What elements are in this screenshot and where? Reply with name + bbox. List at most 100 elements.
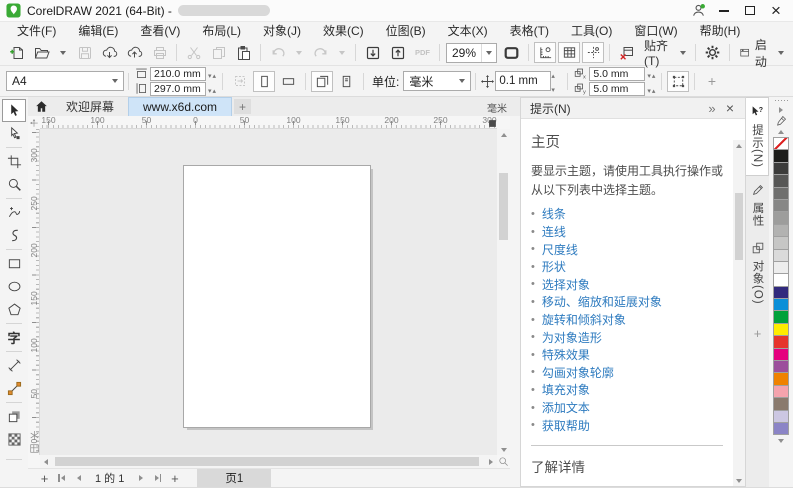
color-swatch[interactable]	[773, 397, 789, 411]
page-height-input[interactable]: 297.0 mm	[150, 81, 206, 96]
text-tool-button[interactable]: 字	[2, 326, 26, 349]
scroll-up-button[interactable]	[733, 140, 745, 151]
export-button[interactable]	[385, 42, 410, 64]
redo-dropdown-caret[interactable]	[333, 42, 351, 64]
autofit-page-button[interactable]	[227, 70, 252, 92]
hints-scroll-thumb[interactable]	[735, 193, 743, 260]
add-page-button[interactable]	[36, 470, 53, 487]
color-swatch[interactable]	[773, 198, 789, 213]
scroll-right-button[interactable]	[485, 456, 497, 467]
vertical-scroll-thumb[interactable]	[499, 173, 508, 240]
palette-scroll-down-button[interactable]	[773, 435, 789, 446]
full-screen-preview-button[interactable]	[499, 42, 524, 64]
last-page-button[interactable]	[149, 470, 166, 487]
undo-button[interactable]	[265, 42, 290, 64]
color-swatch[interactable]	[773, 285, 789, 300]
hint-topic-link[interactable]: 勾画对象轮廓	[542, 364, 614, 381]
hint-topic-link[interactable]: 线条	[542, 205, 566, 222]
launch-dropdown[interactable]: 启动	[734, 38, 789, 69]
open-dropdown-caret[interactable]	[54, 42, 72, 64]
color-swatch[interactable]	[773, 186, 789, 200]
color-swatch[interactable]	[773, 322, 789, 337]
hint-topic-link[interactable]: 添加文本	[542, 399, 590, 416]
color-swatch[interactable]	[773, 236, 789, 250]
snap-to-dropdown[interactable]: 贴齐(T)	[639, 39, 691, 68]
vertical-ruler[interactable]: 300 250 200 150 100 50 0	[28, 129, 40, 455]
close-button[interactable]	[763, 1, 789, 21]
canvas-viewport[interactable]	[40, 129, 497, 455]
import-button[interactable]	[360, 42, 385, 64]
minimize-button[interactable]	[711, 1, 737, 21]
freehand-tool-button[interactable]	[2, 201, 26, 224]
landscape-orientation-button[interactable]	[276, 70, 301, 92]
dimension-tool-button[interactable]	[2, 354, 26, 377]
units-combobox[interactable]: 毫米	[403, 71, 472, 91]
color-swatch[interactable]	[773, 310, 789, 324]
menu-item[interactable]: 查看(V)	[129, 22, 191, 40]
menu-item[interactable]: 文件(F)	[6, 22, 67, 40]
color-swatch[interactable]	[773, 149, 789, 163]
color-swatch[interactable]	[773, 174, 789, 188]
scroll-down-button[interactable]	[497, 444, 510, 455]
copy-button[interactable]	[206, 42, 231, 64]
crop-tool-button[interactable]	[2, 150, 26, 173]
save-button[interactable]	[72, 42, 97, 64]
pick-tool-button[interactable]	[2, 99, 26, 122]
page-width-spinner[interactable]	[208, 67, 216, 81]
color-swatch[interactable]	[773, 384, 789, 399]
color-swatch[interactable]	[773, 260, 789, 275]
show-guidelines-toggle[interactable]	[582, 42, 605, 63]
palette-flyout-button[interactable]	[773, 104, 789, 115]
hint-topic-link[interactable]: 形状	[542, 258, 566, 275]
hint-topic-link[interactable]: 尺度线	[542, 241, 578, 258]
page-tab[interactable]: 页1	[197, 468, 272, 488]
duplicate-y-spinner[interactable]	[647, 82, 655, 96]
drop-shadow-tool-button[interactable]	[2, 405, 26, 428]
shape-tool-button[interactable]	[2, 122, 26, 145]
page-width-input[interactable]: 210.0 mm	[150, 66, 206, 81]
hint-topic-link[interactable]: 移动、缩放和延展对象	[542, 293, 662, 310]
dock-panel-button[interactable]	[703, 100, 721, 116]
cut-button[interactable]	[181, 42, 206, 64]
horizontal-scrollbar[interactable]	[40, 455, 497, 468]
tab-document[interactable]: www.x6d.com	[128, 97, 233, 116]
home-tab-button[interactable]	[30, 97, 52, 116]
color-swatch[interactable]	[773, 335, 789, 349]
redo-button[interactable]	[308, 42, 333, 64]
color-swatch[interactable]	[773, 372, 789, 386]
docker-tab-objects[interactable]: 对象(O)	[746, 234, 769, 312]
color-swatch[interactable]	[773, 161, 789, 176]
nudge-distance-input[interactable]: 0.1 mm	[495, 71, 552, 91]
options-button[interactable]	[700, 42, 725, 64]
color-proof-icon[interactable]	[29, 443, 40, 454]
horizontal-ruler[interactable]: 150 100 50 0 50 100 150 200 250 300	[40, 116, 497, 129]
color-swatch[interactable]	[773, 347, 789, 362]
vertical-scrollbar[interactable]	[497, 129, 510, 455]
snapping-off-button[interactable]	[614, 42, 639, 64]
add-docker-button[interactable]	[754, 326, 762, 341]
new-document-button[interactable]	[4, 42, 29, 64]
color-swatch[interactable]	[773, 248, 789, 262]
palette-drag-handle[interactable]	[774, 99, 788, 103]
show-grid-toggle[interactable]	[558, 42, 581, 63]
publish-pdf-button[interactable]: PDF	[410, 42, 435, 64]
add-page-after-button[interactable]	[166, 470, 183, 487]
hint-topic-link[interactable]: 获取帮助	[542, 417, 590, 434]
color-swatch[interactable]	[773, 137, 789, 151]
connector-tool-button[interactable]	[2, 377, 26, 400]
undo-dropdown-caret[interactable]	[290, 42, 308, 64]
color-swatch[interactable]	[773, 421, 789, 436]
save-to-cloud-button[interactable]	[122, 42, 147, 64]
duplicate-x-spinner[interactable]	[647, 67, 655, 81]
color-swatch[interactable]	[773, 223, 789, 238]
ellipse-tool-button[interactable]	[2, 275, 26, 298]
menu-item[interactable]: 编辑(E)	[67, 22, 129, 40]
menu-item[interactable]: 工具(O)	[560, 22, 623, 40]
polygon-tool-button[interactable]	[2, 298, 26, 321]
open-from-cloud-button[interactable]	[97, 42, 122, 64]
transparency-tool-button[interactable]	[2, 428, 26, 451]
color-swatch[interactable]	[773, 409, 789, 423]
print-button[interactable]	[147, 42, 172, 64]
tab-welcome-screen[interactable]: 欢迎屏幕	[52, 97, 128, 116]
open-document-button[interactable]	[29, 42, 54, 64]
